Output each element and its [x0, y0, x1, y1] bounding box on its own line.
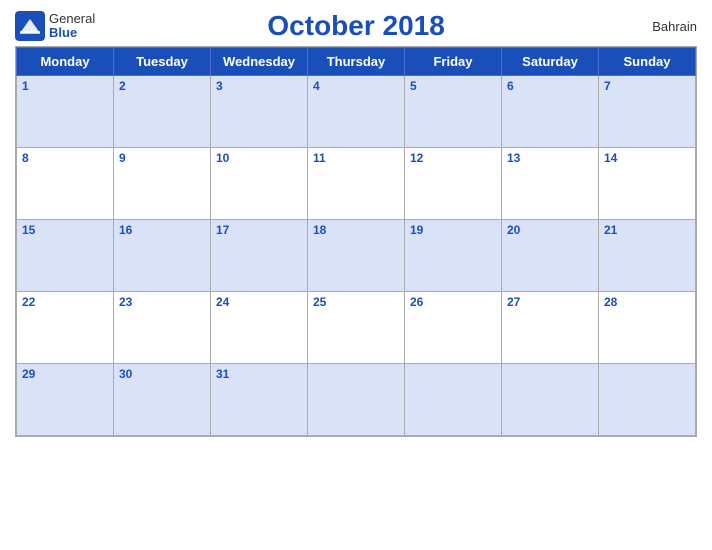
day-number-13: 13 — [507, 151, 520, 165]
day-cell-20: 20 — [502, 220, 599, 292]
day-number-2: 2 — [119, 79, 126, 93]
day-cell-21: 21 — [599, 220, 696, 292]
day-number-18: 18 — [313, 223, 326, 237]
calendar-title: October 2018 — [95, 10, 617, 42]
day-cell-23: 23 — [114, 292, 211, 364]
day-cell-18: 18 — [308, 220, 405, 292]
week-row-2: 8 9 10 11 12 13 14 — [17, 148, 696, 220]
day-number-16: 16 — [119, 223, 132, 237]
day-cell-4: 4 — [308, 76, 405, 148]
day-number-19: 19 — [410, 223, 423, 237]
day-cell-1: 1 — [17, 76, 114, 148]
day-cell-29: 29 — [17, 364, 114, 436]
day-number-11: 11 — [313, 151, 326, 165]
day-number-14: 14 — [604, 151, 617, 165]
day-cell-27: 27 — [502, 292, 599, 364]
day-cell-8: 8 — [17, 148, 114, 220]
day-number-12: 12 — [410, 151, 423, 165]
country-label: Bahrain — [617, 19, 697, 34]
day-cell-19: 19 — [405, 220, 502, 292]
day-number-5: 5 — [410, 79, 417, 93]
day-cell-empty-4-5 — [502, 364, 599, 436]
calendar-table: Monday Tuesday Wednesday Thursday Friday… — [16, 47, 696, 436]
calendar-tbody: 1234567891011121314151617181920212223242… — [17, 76, 696, 436]
day-cell-6: 6 — [502, 76, 599, 148]
day-number-3: 3 — [216, 79, 223, 93]
day-cell-empty-4-6 — [599, 364, 696, 436]
logo-blue-text: Blue — [49, 26, 95, 40]
day-cell-17: 17 — [211, 220, 308, 292]
header-monday: Monday — [17, 48, 114, 76]
day-cell-5: 5 — [405, 76, 502, 148]
day-cell-24: 24 — [211, 292, 308, 364]
day-number-23: 23 — [119, 295, 132, 309]
day-number-21: 21 — [604, 223, 617, 237]
day-cell-7: 7 — [599, 76, 696, 148]
logo-general-text: General — [49, 12, 95, 26]
weekday-header-row: Monday Tuesday Wednesday Thursday Friday… — [17, 48, 696, 76]
day-number-25: 25 — [313, 295, 326, 309]
week-row-3: 15 16 17 18 19 20 21 — [17, 220, 696, 292]
day-number-10: 10 — [216, 151, 229, 165]
logo-area: General Blue — [15, 11, 95, 41]
day-number-6: 6 — [507, 79, 514, 93]
day-cell-31: 31 — [211, 364, 308, 436]
day-cell-2: 2 — [114, 76, 211, 148]
week-row-4: 22 23 24 25 26 27 28 — [17, 292, 696, 364]
day-number-24: 24 — [216, 295, 229, 309]
day-number-28: 28 — [604, 295, 617, 309]
day-cell-11: 11 — [308, 148, 405, 220]
day-cell-14: 14 — [599, 148, 696, 220]
day-number-31: 31 — [216, 367, 229, 381]
calendar-container: Monday Tuesday Wednesday Thursday Friday… — [15, 46, 697, 437]
day-number-26: 26 — [410, 295, 423, 309]
header-sunday: Sunday — [599, 48, 696, 76]
day-cell-26: 26 — [405, 292, 502, 364]
day-number-15: 15 — [22, 223, 35, 237]
day-number-17: 17 — [216, 223, 229, 237]
day-cell-25: 25 — [308, 292, 405, 364]
day-cell-22: 22 — [17, 292, 114, 364]
logo-text: General Blue — [49, 12, 95, 41]
day-cell-9: 9 — [114, 148, 211, 220]
day-number-4: 4 — [313, 79, 320, 93]
day-cell-empty-4-4 — [405, 364, 502, 436]
day-cell-empty-4-3 — [308, 364, 405, 436]
day-number-20: 20 — [507, 223, 520, 237]
day-cell-16: 16 — [114, 220, 211, 292]
header-friday: Friday — [405, 48, 502, 76]
day-number-1: 1 — [22, 79, 29, 93]
week-row-1: 1 2 3 4 5 6 7 — [17, 76, 696, 148]
day-cell-12: 12 — [405, 148, 502, 220]
day-cell-3: 3 — [211, 76, 308, 148]
header-saturday: Saturday — [502, 48, 599, 76]
day-cell-15: 15 — [17, 220, 114, 292]
header-thursday: Thursday — [308, 48, 405, 76]
day-cell-28: 28 — [599, 292, 696, 364]
day-number-8: 8 — [22, 151, 29, 165]
day-number-29: 29 — [22, 367, 35, 381]
day-number-9: 9 — [119, 151, 126, 165]
header-wednesday: Wednesday — [211, 48, 308, 76]
day-number-22: 22 — [22, 295, 35, 309]
day-number-30: 30 — [119, 367, 132, 381]
header-tuesday: Tuesday — [114, 48, 211, 76]
week-row-5: 29 30 31 — [17, 364, 696, 436]
calendar-thead: Monday Tuesday Wednesday Thursday Friday… — [17, 48, 696, 76]
calendar-header: General Blue October 2018 Bahrain — [15, 10, 697, 42]
day-cell-10: 10 — [211, 148, 308, 220]
day-number-7: 7 — [604, 79, 611, 93]
day-cell-13: 13 — [502, 148, 599, 220]
logo-icon — [15, 11, 45, 41]
day-number-27: 27 — [507, 295, 520, 309]
day-cell-30: 30 — [114, 364, 211, 436]
